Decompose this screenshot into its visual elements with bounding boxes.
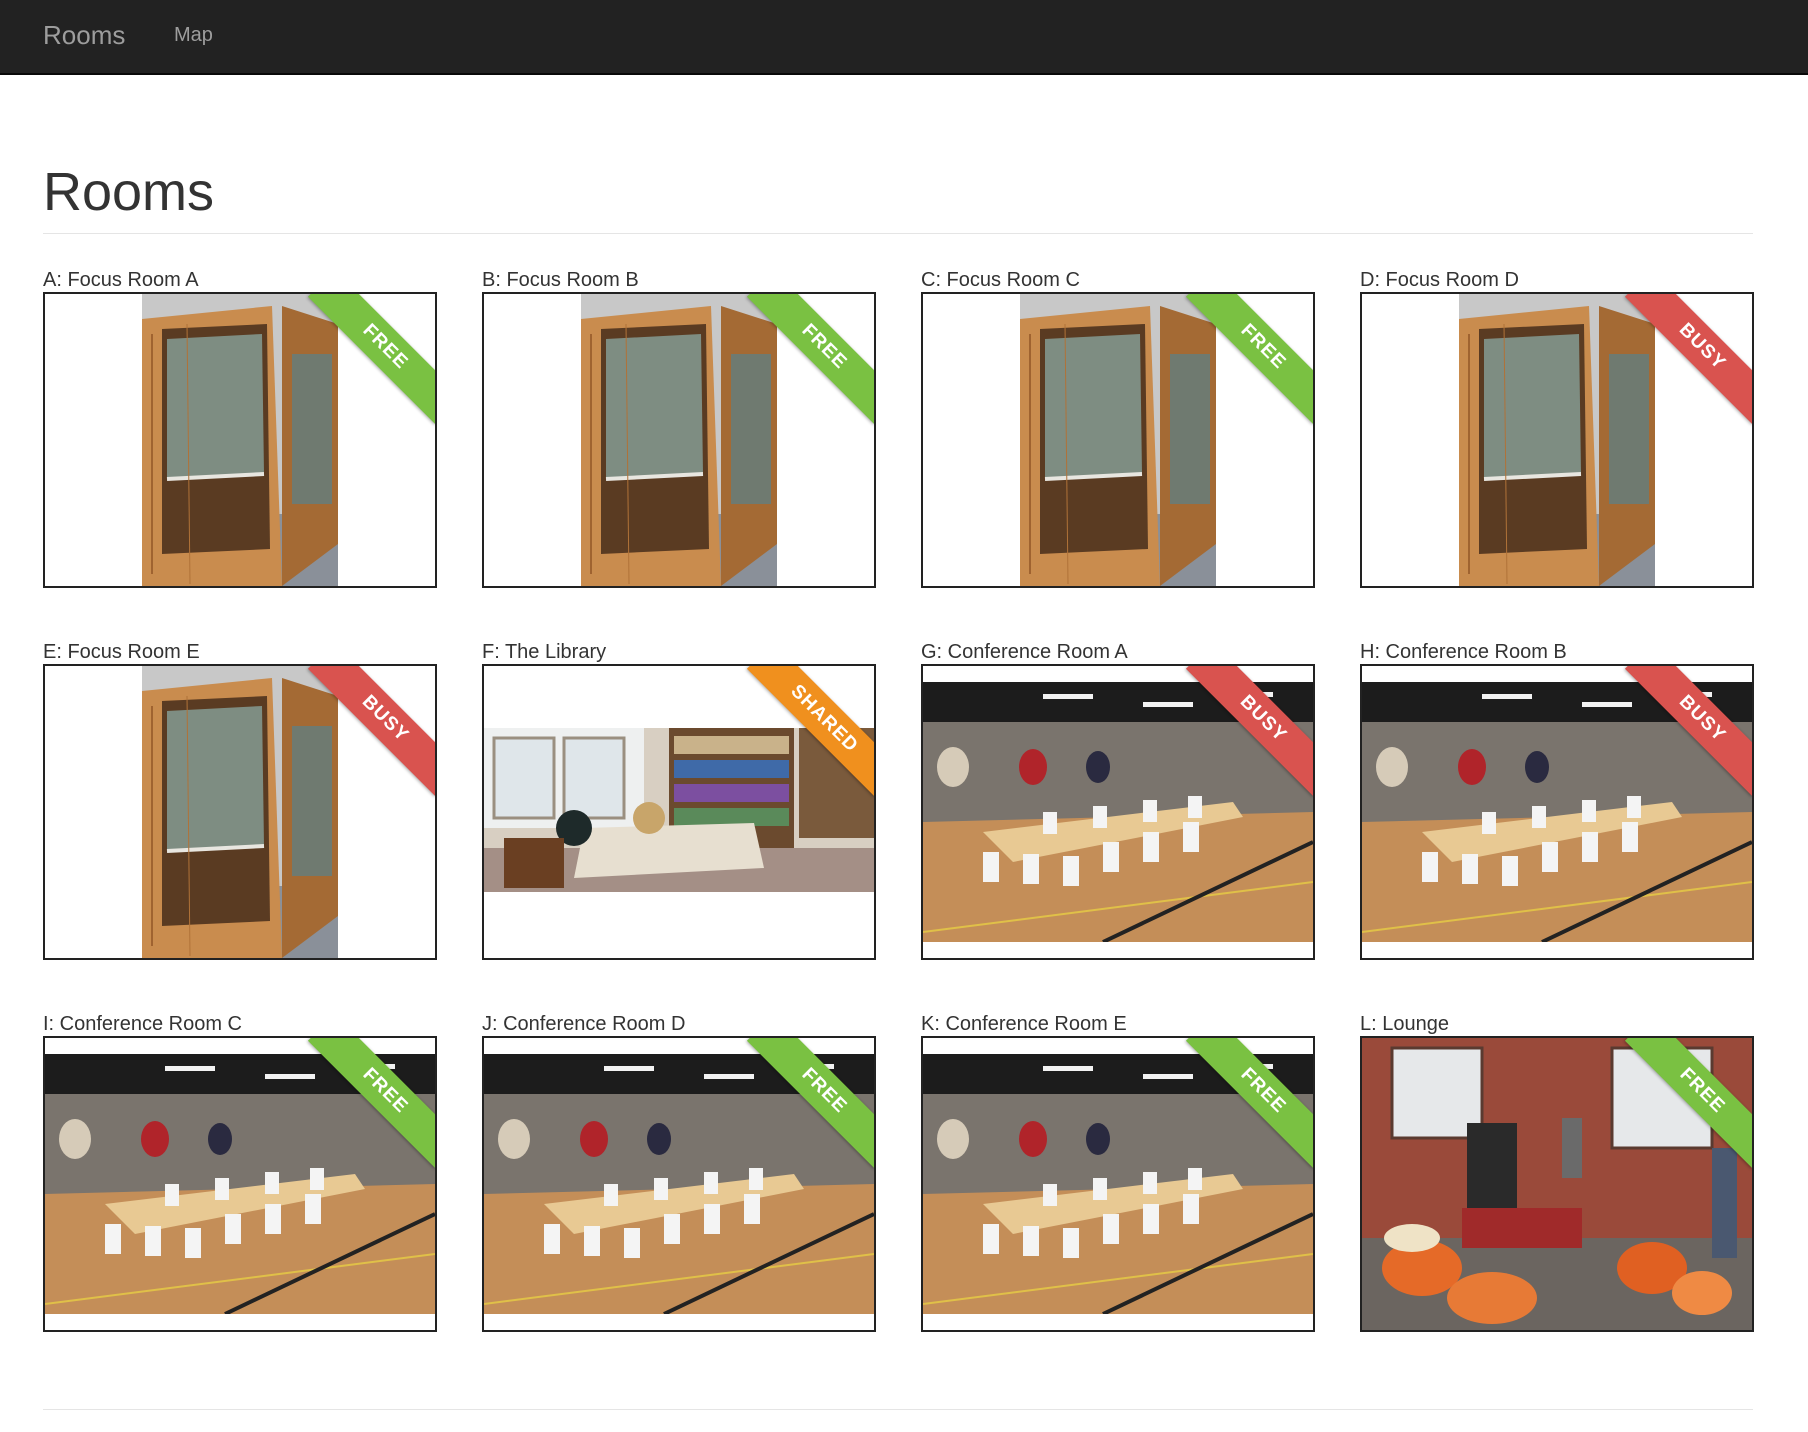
room-image-frame[interactable]: BUSY [43,664,437,960]
room-image-frame[interactable]: FREE [43,292,437,588]
focus-pod-photo [1020,294,1216,586]
room-label: J: Conference Room D [482,1013,686,1035]
room-card[interactable]: F: The Library SHARED [482,640,876,960]
focus-pod-photo [581,294,777,586]
room-card[interactable]: B: Focus Room B FREE [482,268,876,588]
room-card[interactable]: L: Lounge FREE [1360,1012,1754,1332]
room-grid: A: Focus Room A FREE B: Focus Room B FRE… [0,0,1808,1432]
room-label: A: Focus Room A [43,269,199,291]
room-image-frame[interactable]: FREE [921,292,1315,588]
room-image-frame[interactable]: FREE [1360,1036,1754,1332]
room-card[interactable]: E: Focus Room E BUSY [43,640,437,960]
room-label: G: Conference Room A [921,641,1128,663]
room-label: F: The Library [482,641,607,663]
focus-pod-photo [142,666,338,958]
room-card[interactable]: G: Conference Room A BUSY [921,640,1315,960]
room-label: K: Conference Room E [921,1013,1127,1035]
room-label: L: Lounge [1360,1013,1449,1035]
room-card[interactable]: H: Conference Room B BUSY [1360,640,1754,960]
focus-pod-photo [142,294,338,586]
room-card[interactable]: J: Conference Room D FREE [482,1012,876,1332]
library-photo [484,728,874,892]
room-image-frame[interactable]: BUSY [1360,292,1754,588]
room-label: I: Conference Room C [43,1013,242,1035]
room-image-frame[interactable]: BUSY [1360,664,1754,960]
room-label: B: Focus Room B [482,269,639,291]
room-label: E: Focus Room E [43,641,200,663]
room-card[interactable]: A: Focus Room A FREE [43,268,437,588]
room-card[interactable]: C: Focus Room C FREE [921,268,1315,588]
room-image-frame[interactable]: FREE [482,1036,876,1332]
focus-pod-photo [1459,294,1655,586]
room-image-frame[interactable]: BUSY [921,664,1315,960]
room-image-frame[interactable]: FREE [921,1036,1315,1332]
room-card[interactable]: K: Conference Room E FREE [921,1012,1315,1332]
room-label: C: Focus Room C [921,269,1080,291]
room-image-frame[interactable]: FREE [43,1036,437,1332]
room-image-frame[interactable]: SHARED [482,664,876,960]
footer-divider [43,1409,1753,1410]
room-label: H: Conference Room B [1360,641,1567,663]
room-card[interactable]: D: Focus Room D BUSY [1360,268,1754,588]
room-card[interactable]: I: Conference Room C FREE [43,1012,437,1332]
room-label: D: Focus Room D [1360,269,1519,291]
room-image-frame[interactable]: FREE [482,292,876,588]
